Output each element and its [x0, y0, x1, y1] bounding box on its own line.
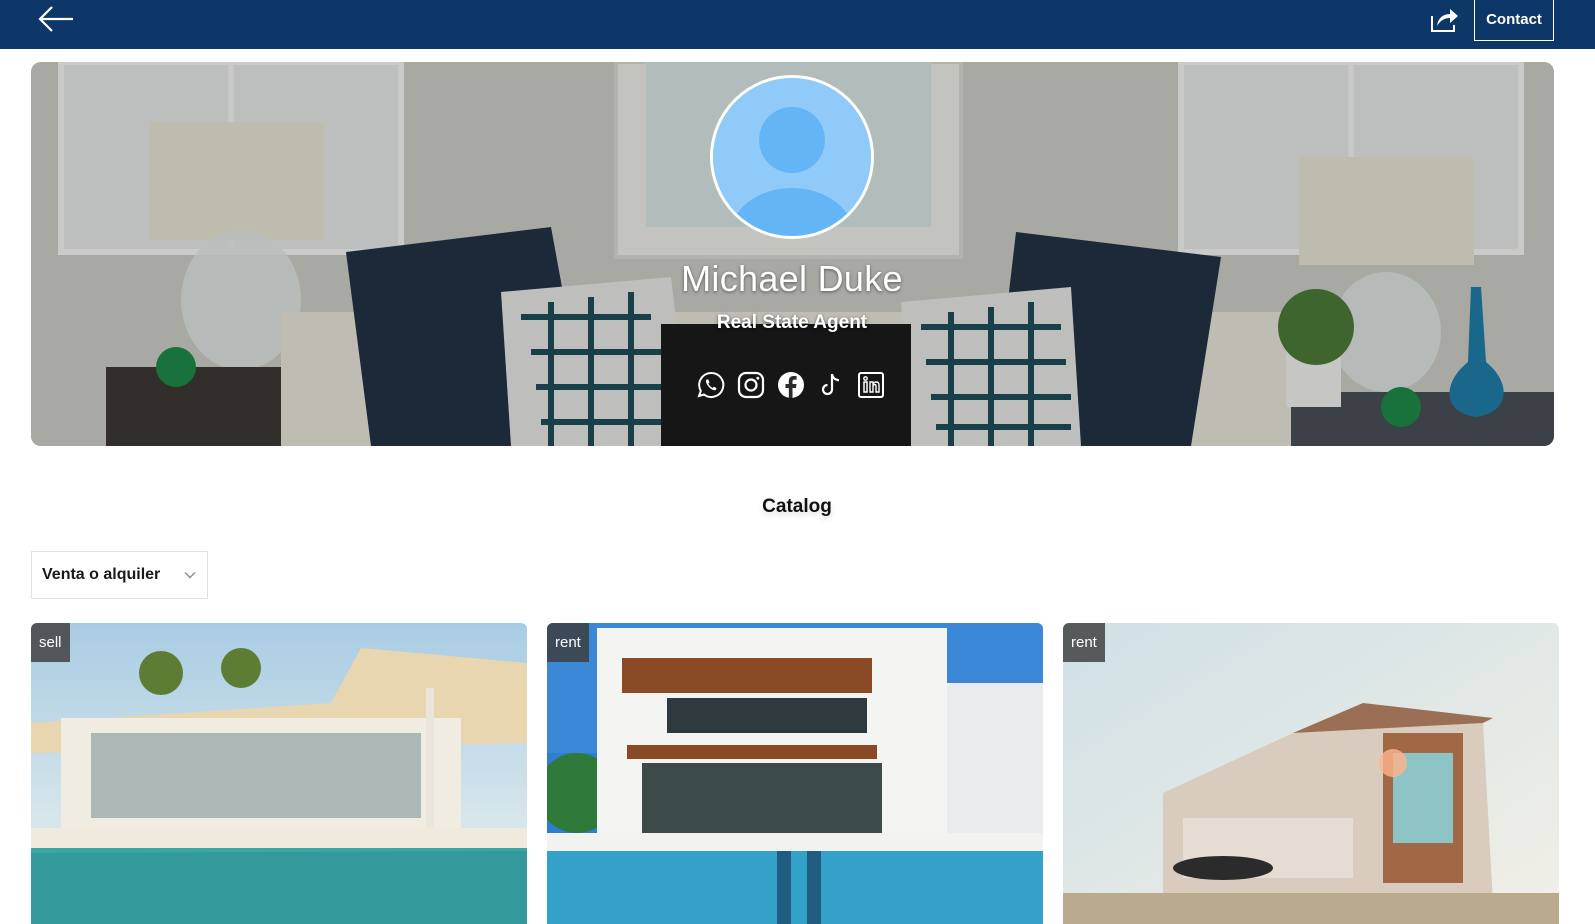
listing-type-badge: rent	[1063, 623, 1105, 662]
listing-card[interactable]: rent	[1063, 623, 1559, 924]
back-button[interactable]	[36, 4, 76, 34]
avatar	[710, 75, 874, 239]
chevron-down-icon	[184, 572, 196, 579]
catalog-heading: Catalog	[762, 496, 832, 517]
sale-or-rent-filter-select[interactable]: Venta o alquiler	[31, 551, 208, 599]
property-photo	[547, 623, 1043, 924]
agent-role: Real State Agent	[716, 312, 868, 333]
share-button[interactable]	[1428, 4, 1460, 34]
linkedin-icon	[858, 372, 884, 398]
listing-card[interactable]: sell	[31, 623, 527, 924]
property-photo	[31, 623, 527, 924]
tiktok-icon	[821, 373, 840, 396]
listing-type-badge: sell	[31, 623, 70, 662]
property-photo	[1063, 623, 1559, 924]
listing-card[interactable]: rent	[547, 623, 1043, 924]
instagram-icon	[737, 371, 765, 399]
social-links	[696, 370, 886, 404]
filter-selected-value: Venta o alquiler	[42, 566, 161, 583]
user-placeholder-icon	[713, 78, 871, 236]
agent-name: Michael Duke	[681, 258, 903, 299]
top-navigation-bar: Contact	[0, 0, 1595, 49]
listing-type-badge: rent	[547, 623, 589, 662]
contact-button[interactable]: Contact	[1474, 0, 1554, 41]
facebook-link[interactable]	[776, 370, 806, 400]
whatsapp-link[interactable]	[696, 370, 726, 400]
instagram-link[interactable]	[736, 370, 766, 400]
profile-hero-banner: Michael Duke Real State Agent	[31, 62, 1554, 446]
tiktok-link[interactable]	[816, 370, 846, 400]
share-icon	[1431, 9, 1458, 32]
arrow-left-icon	[38, 6, 73, 32]
linkedin-link[interactable]	[856, 370, 886, 400]
facebook-icon	[778, 372, 804, 398]
whatsapp-icon	[697, 371, 725, 398]
